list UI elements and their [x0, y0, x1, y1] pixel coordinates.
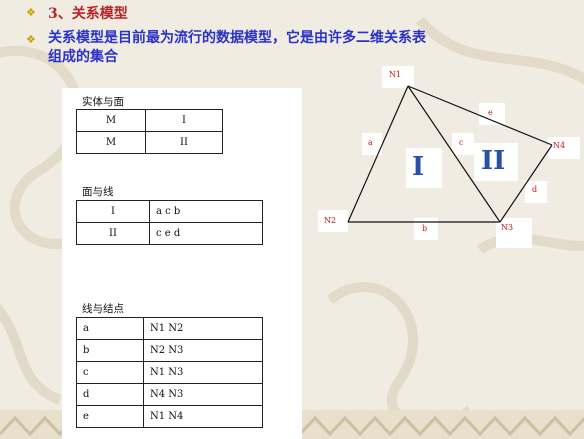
- node-n2-label: N2: [324, 216, 337, 225]
- region-i-label: I: [412, 152, 425, 182]
- edge-b-label: b: [422, 224, 428, 233]
- edge-d-line: [499, 144, 553, 223]
- edge-e-label: e: [488, 108, 493, 117]
- region-ii-label: II: [481, 146, 506, 176]
- edge-a-line: [347, 85, 409, 223]
- edge-e-line: [407, 85, 553, 146]
- topology-diagram: [347, 85, 553, 223]
- node-n1-label: N1: [389, 70, 402, 79]
- edge-c-label: c: [459, 138, 464, 147]
- node-n4-label: N4: [553, 141, 566, 150]
- edge-a-label: a: [368, 138, 373, 147]
- node-n3-label: N3: [501, 223, 514, 232]
- edge-d-label: d: [532, 185, 538, 194]
